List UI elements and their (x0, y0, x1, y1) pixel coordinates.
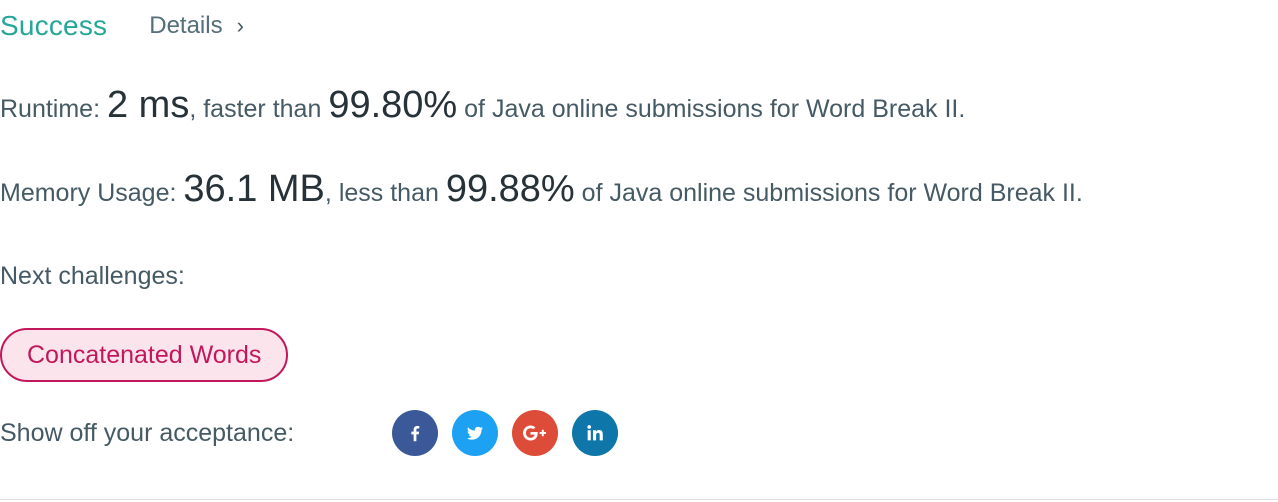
runtime-label: Runtime: (0, 95, 107, 123)
linkedin-icon (587, 425, 603, 441)
share-label: Show off your acceptance: (0, 418, 295, 447)
twitter-icon (467, 426, 483, 440)
twitter-share-button[interactable] (452, 410, 498, 456)
share-row: Show off your acceptance: (0, 410, 632, 456)
memory-label: Memory Usage: (0, 179, 184, 207)
memory-suffix: of Java online submissions for Word Brea… (574, 179, 1083, 207)
facebook-share-button[interactable] (392, 410, 438, 456)
google-plus-icon (523, 425, 546, 441)
runtime-value: 2 ms (106, 84, 190, 126)
runtime-percent: 99.80% (328, 84, 458, 126)
memory-stat: Memory Usage: 36.1 MB, less than 99.88% … (0, 168, 1083, 211)
challenge-concatenated-words[interactable]: Concatenated Words (0, 328, 289, 382)
status-title: Success (0, 10, 108, 41)
linkedin-share-button[interactable] (572, 410, 618, 456)
next-challenges-label: Next challenges: (0, 262, 185, 290)
details-label: Details (149, 12, 223, 39)
chevron-right-icon: › (236, 13, 244, 38)
memory-percent: 99.88% (445, 168, 575, 210)
facebook-icon (411, 425, 420, 442)
result-header: Success Details › (0, 6, 244, 46)
runtime-stat: Runtime: 2 ms, faster than 99.80% of Jav… (0, 84, 965, 127)
google-plus-share-button[interactable] (512, 410, 558, 456)
runtime-suffix: of Java online submissions for Word Brea… (457, 95, 966, 123)
memory-value: 36.1 MB (183, 168, 325, 210)
details-link[interactable]: Details › (149, 12, 244, 40)
bottom-divider (0, 499, 1278, 500)
challenge-label: Concatenated Words (27, 340, 262, 369)
runtime-comparison: , faster than (189, 95, 329, 123)
memory-comparison: , less than (324, 179, 446, 207)
